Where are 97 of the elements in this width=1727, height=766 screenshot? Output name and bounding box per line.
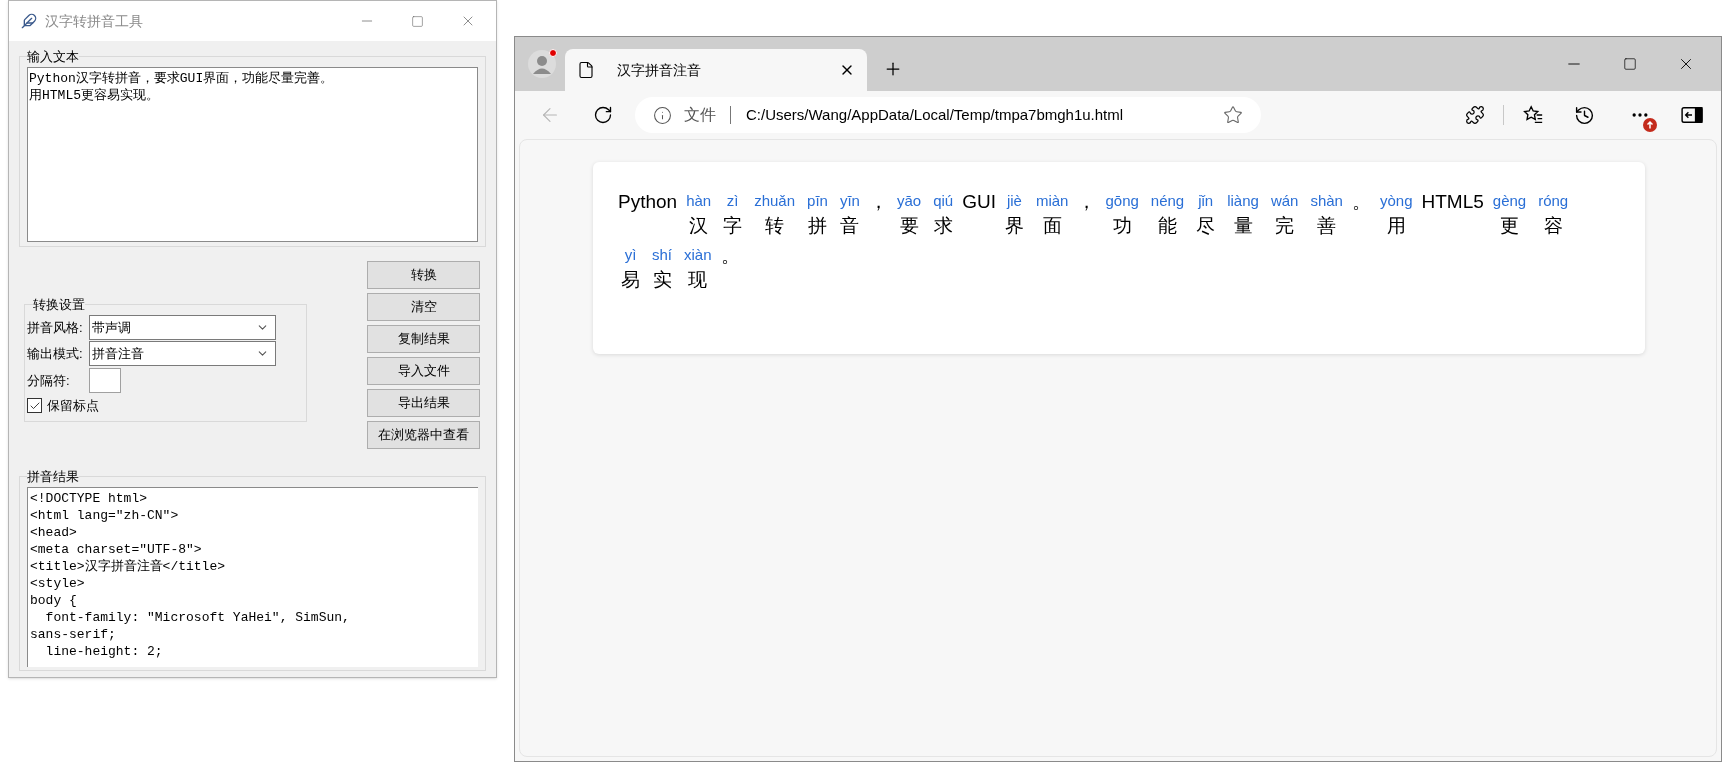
hanzi: 功 [1112, 214, 1132, 238]
plain-text: Python [618, 191, 678, 212]
pinyin: hàn [686, 191, 712, 211]
hanzi: 实 [652, 268, 672, 292]
hanzi: 尽 [1196, 214, 1216, 238]
window-title: 汉字转拼音工具 [45, 11, 143, 31]
history-icon[interactable] [1574, 104, 1595, 126]
pinyin: yāo [896, 191, 922, 211]
pinyin: jiè [1006, 191, 1022, 211]
plain-text: 。 [720, 245, 740, 266]
action-button[interactable]: 在浏览器中查看 [367, 421, 480, 449]
code-line: font-family: "Microsoft YaHei", SimSun, [44, 608, 351, 626]
code-line: <style> [30, 574, 86, 592]
pinyin: gōng [1105, 191, 1139, 211]
pinyin: wán [1270, 191, 1299, 211]
text-line: 用HTML5更容易实现。 [29, 86, 160, 104]
code-line: <!DOCTYPE html> [30, 489, 149, 507]
extensions-icon[interactable] [1465, 105, 1485, 125]
pinyin: shàn [1310, 191, 1343, 211]
pinyin: róng [1538, 191, 1569, 211]
section-label: 转换设置 [33, 296, 85, 314]
pinyin: yì [624, 245, 637, 265]
plain-text: GUI [962, 191, 996, 212]
code-line: <html lang="zh-CN"> [30, 506, 180, 524]
code-line: sans-serif; [30, 625, 117, 643]
hanzi: 善 [1317, 214, 1337, 238]
pinyin: shí [652, 245, 672, 265]
pinyin: gèng [1492, 191, 1527, 211]
code-line: <title>汉字拼音注音</title> [30, 557, 227, 575]
section-label: 输入文本 [27, 48, 79, 66]
update-badge-icon [1643, 118, 1657, 132]
hanzi: 更 [1500, 214, 1519, 238]
hanzi: 汉 [689, 214, 709, 238]
sidebar-icon[interactable] [1681, 106, 1703, 124]
action-button[interactable]: 导出结果 [367, 389, 480, 417]
plain-text: ， [868, 191, 888, 212]
checkbox-label: 保留标点 [47, 396, 99, 415]
pinyin: jǐn [1198, 191, 1214, 211]
hanzi: 转 [765, 214, 785, 238]
scheme-label: 文件 [684, 105, 716, 125]
action-button[interactable]: 复制结果 [367, 325, 480, 353]
address-bar[interactable]: 文件 C:/Users/Wang/AppData/Local/Temp/tmpa7bmgh1u.html [635, 97, 1261, 133]
dropdown[interactable]: 带声调 [89, 315, 276, 340]
maximize-icon[interactable] [1623, 57, 1637, 71]
action-button[interactable]: 转换 [367, 261, 480, 289]
input-field[interactable] [89, 368, 121, 393]
hanzi: 容 [1543, 214, 1563, 238]
hanzi: 界 [1004, 214, 1024, 238]
field-label: 分隔符: [27, 371, 71, 390]
hanzi: 量 [1233, 214, 1253, 238]
reload-icon[interactable] [593, 105, 613, 125]
pinyin: qiú [933, 191, 954, 211]
hanzi: 易 [621, 268, 640, 292]
hanzi: 求 [933, 214, 953, 238]
code-line: <head> [30, 523, 78, 541]
dropdown[interactable]: 拼音注音 [89, 341, 276, 366]
plain-text: ， [1077, 191, 1097, 212]
section-label: 拼音结果 [27, 468, 79, 486]
pinyin: pīn [807, 191, 828, 211]
hanzi: 音 [840, 214, 860, 238]
hanzi: 完 [1275, 214, 1295, 238]
text-line: Python汉字转拼音，要求GUI界面，功能尽量完善。 [29, 69, 335, 87]
plain-text: HTML5 [1421, 191, 1484, 212]
action-button[interactable]: 导入文件 [367, 357, 480, 385]
avatar-icon[interactable] [527, 49, 557, 79]
star-icon[interactable] [1223, 105, 1243, 125]
code-line: <meta charset="UTF-8"> [30, 540, 203, 558]
pinyin: liàng [1227, 191, 1259, 211]
field-label: 拼音风格: [27, 318, 84, 337]
hanzi: 现 [688, 268, 708, 292]
hanzi: 用 [1386, 214, 1406, 238]
pinyin: miàn [1035, 191, 1069, 211]
pinyin: néng [1150, 191, 1185, 211]
text-area[interactable]: <!DOCTYPE html> <html lang="zh-CN"> <head> <meta charset="UTF-8"> <title>汉字拼音注音</title> <style> body { font-family: "Microsoft YaHei", SimSun, sans-serif; line-height: 2; [27, 486, 478, 667]
pinyin: zì [726, 191, 739, 211]
action-button[interactable]: 清空 [367, 293, 480, 321]
hanzi: 面 [1042, 214, 1062, 238]
hanzi: 字 [723, 214, 743, 238]
plain-text: 。 [1351, 191, 1371, 212]
text-area[interactable]: Python汉字转拼音，要求GUI界面，功能尽量完善。 用HTML5更容易实现。 [27, 66, 478, 242]
pinyin: yīn [839, 191, 860, 211]
pinyin: zhuǎn [754, 191, 796, 211]
checkbox[interactable] [27, 398, 42, 413]
pinyin: yòng [1379, 191, 1413, 211]
pinyin: xiàn [684, 245, 712, 265]
hanzi: 能 [1158, 214, 1177, 238]
code-line: body { [30, 591, 78, 609]
feather-icon [21, 13, 37, 29]
page-icon [577, 61, 595, 79]
code-line: line-height: 2; [44, 642, 164, 660]
hanzi: 拼 [808, 214, 827, 238]
url-text: C:/Users/Wang/AppData/Local/Temp/tmpa7bmgh1u.html [746, 104, 1124, 125]
field-label: 输出模式: [27, 344, 84, 363]
browser-tab[interactable]: 汉字拼音注音 [565, 49, 867, 91]
info-icon [653, 105, 672, 125]
star-list-icon[interactable] [1522, 104, 1544, 126]
hanzi: 要 [899, 214, 919, 238]
